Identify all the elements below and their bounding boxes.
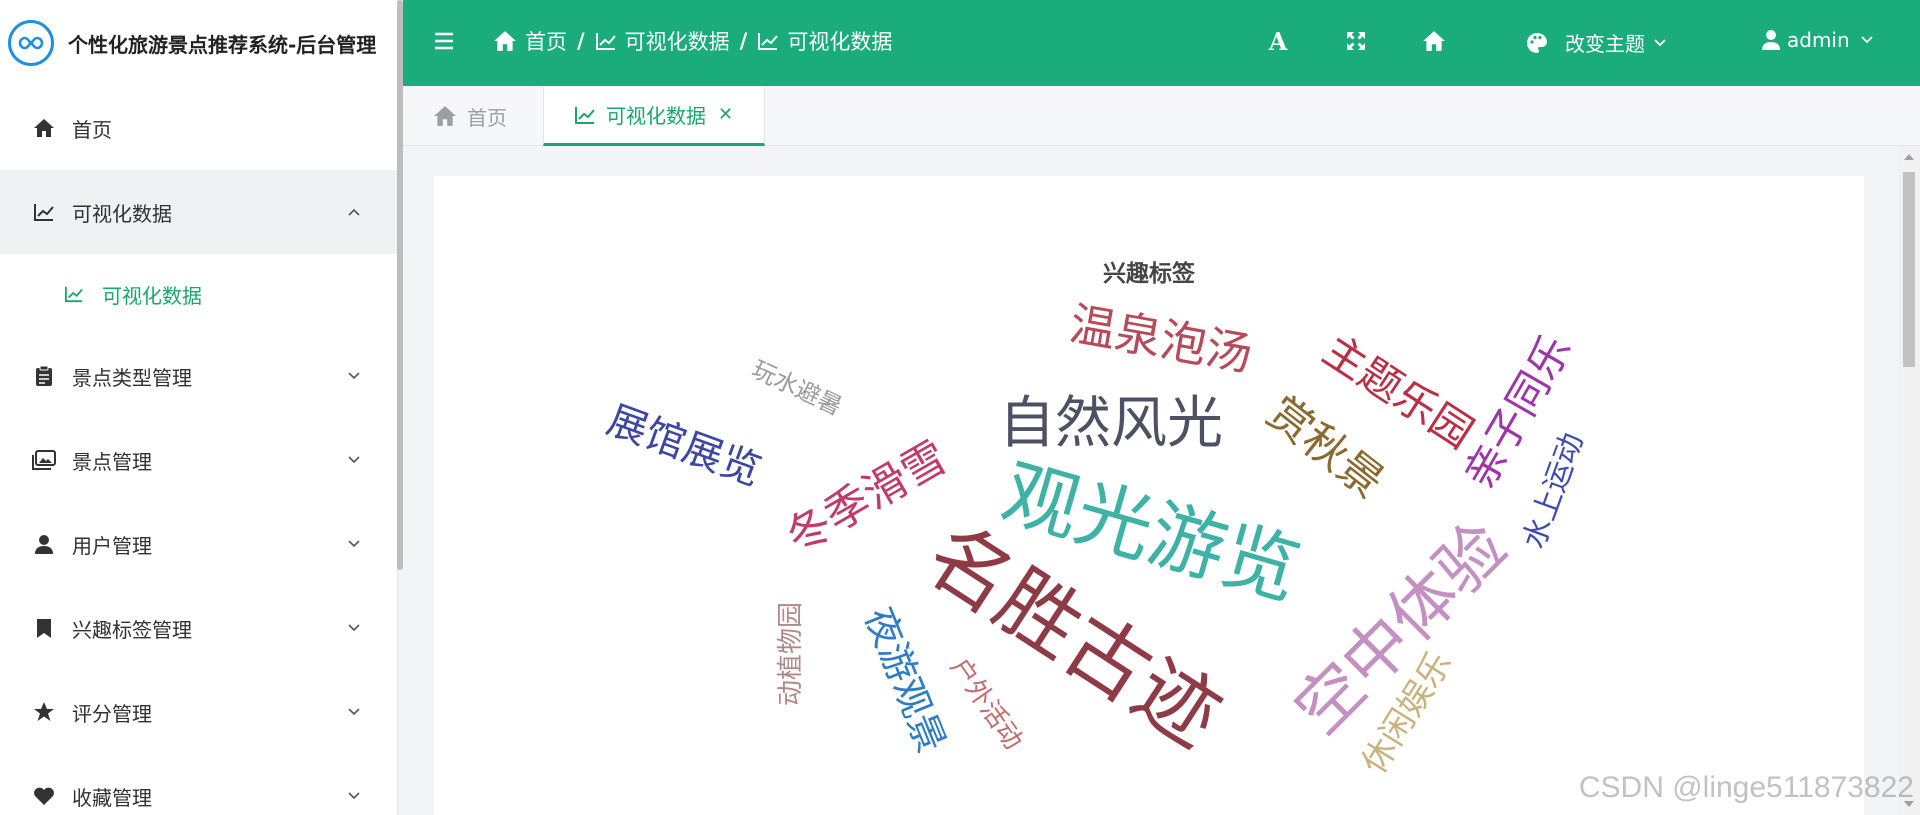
wordcloud-word: 水上运动 [1516,428,1591,554]
logo-icon [8,20,54,66]
chart-title: 兴趣标签 [1103,261,1195,287]
sidebar-item-label: 收藏管理 [72,785,152,810]
chevron-down-icon [348,540,360,548]
brand: 个性化旅游景点推荐系统-后台管理 [0,0,397,86]
clipboard-icon [32,364,56,388]
tab-home[interactable]: 首页 [433,86,507,146]
heart-icon [32,784,56,808]
breadcrumb-current: 可视化数据 [757,26,892,56]
sidebar-item-label: 评分管理 [72,701,152,726]
images-icon [32,448,56,472]
home-icon [32,116,56,140]
home-icon [494,31,516,51]
wordcloud-word: 赏秋景 [1257,386,1394,509]
sidebar: 个性化旅游景点推荐系统-后台管理 首页 可视化数据 可视化数据 景点类型管理 景… [0,0,398,815]
breadcrumb-separator: / [739,29,748,53]
line-chart-icon [758,33,779,50]
wordcloud-chart-card: 兴趣标签 名胜古迹 观光游览 空中体验 自然风光 温泉泡汤 冬季滑雪 主题乐园 赏秋景 亲子同乐… [434,176,1864,815]
wordcloud-word: 玩水避暑 [747,355,847,421]
user-menu[interactable]: admin [1761,28,1874,52]
sidebar-subitem-visualization[interactable]: 可视化数据 [0,254,397,334]
bookmark-icon [32,616,56,640]
breadcrumb-home[interactable]: 首页 [493,26,567,56]
close-icon[interactable]: ✕ [718,104,733,125]
wordcloud-word: 夜游观景 [856,601,954,759]
sidebar-item-label: 可视化数据 [72,201,172,226]
tab-visualization[interactable]: 可视化数据 ✕ [543,86,765,146]
sidebar-item-home[interactable]: 首页 [0,86,397,170]
watermark: CSDN @linge511873822 [1578,771,1914,804]
wordcloud-word: 温泉泡汤 [1065,296,1257,382]
sidebar-item-label: 景点管理 [72,449,152,474]
scrollbar-thumb[interactable] [1903,172,1915,367]
sidebar-item-visualization[interactable]: 可视化数据 [0,170,397,254]
theme-label: 改变主题 [1565,32,1645,56]
line-chart-icon [64,283,86,305]
menu-toggle-icon[interactable] [433,30,455,52]
wordcloud-word: 展馆展览 [600,397,768,495]
chevron-down-icon [348,792,360,800]
chevron-down-icon [1654,38,1666,46]
font-size-icon[interactable]: A [1265,27,1291,56]
chevron-down-icon [348,708,360,716]
tabs-bar: 首页 可视化数据 ✕ [403,86,1920,146]
star-icon [32,700,56,724]
fullscreen-icon[interactable] [1343,28,1369,54]
chevron-down-icon [348,624,360,632]
sidebar-subitem-label: 可视化数据 [102,283,202,308]
sidebar-item-ratings[interactable]: 评分管理 [0,670,397,754]
app-title: 个性化旅游景点推荐系统-后台管理 [68,32,377,57]
chevron-down-icon [1861,36,1873,44]
sidebar-item-label: 首页 [72,117,112,142]
user-name: admin [1787,28,1850,52]
user-icon [32,532,56,556]
wordcloud-word: 户外活动 [943,652,1029,756]
sidebar-item-attractions[interactable]: 景点管理 [0,418,397,502]
user-icon [1762,30,1780,50]
sidebar-item-label: 用户管理 [72,533,152,558]
sidebar-item-attraction-types[interactable]: 景点类型管理 [0,334,397,418]
line-chart-icon [595,33,616,50]
line-chart-icon [32,200,56,224]
palette-icon [1527,32,1547,53]
top-header: 首页 / 可视化数据 / 可视化数据 A 改变主题 admin [403,0,1920,86]
sidebar-item-label: 景点类型管理 [72,365,192,390]
sidebar-item-favorites[interactable]: 收藏管理 [0,754,397,815]
chevron-down-icon [348,456,360,464]
home-icon[interactable] [1421,28,1447,54]
line-chart-icon [575,106,595,124]
content-scrollbar[interactable] [1898,146,1920,815]
wordcloud-word: 动植物园 [776,601,807,707]
scroll-up-arrow-icon[interactable] [1904,154,1914,160]
wordcloud-word: 自然风光 [999,391,1223,456]
chevron-down-icon [348,372,360,380]
breadcrumb-separator: / [577,29,585,53]
breadcrumb-visualization[interactable]: 可视化数据 [595,26,730,56]
home-icon [434,106,456,126]
theme-switcher[interactable]: 改变主题 [1525,28,1667,57]
sidebar-item-users[interactable]: 用户管理 [0,502,397,586]
sidebar-item-label: 兴趣标签管理 [72,617,192,642]
breadcrumb: 首页 / 可视化数据 / 可视化数据 [493,26,892,56]
admin-app: 个性化旅游景点推荐系统-后台管理 首页 可视化数据 可视化数据 景点类型管理 景… [0,0,1920,815]
chevron-up-icon [348,208,360,216]
sidebar-item-interest-tags[interactable]: 兴趣标签管理 [0,586,397,670]
wordcloud-word: 冬季滑雪 [777,431,956,564]
